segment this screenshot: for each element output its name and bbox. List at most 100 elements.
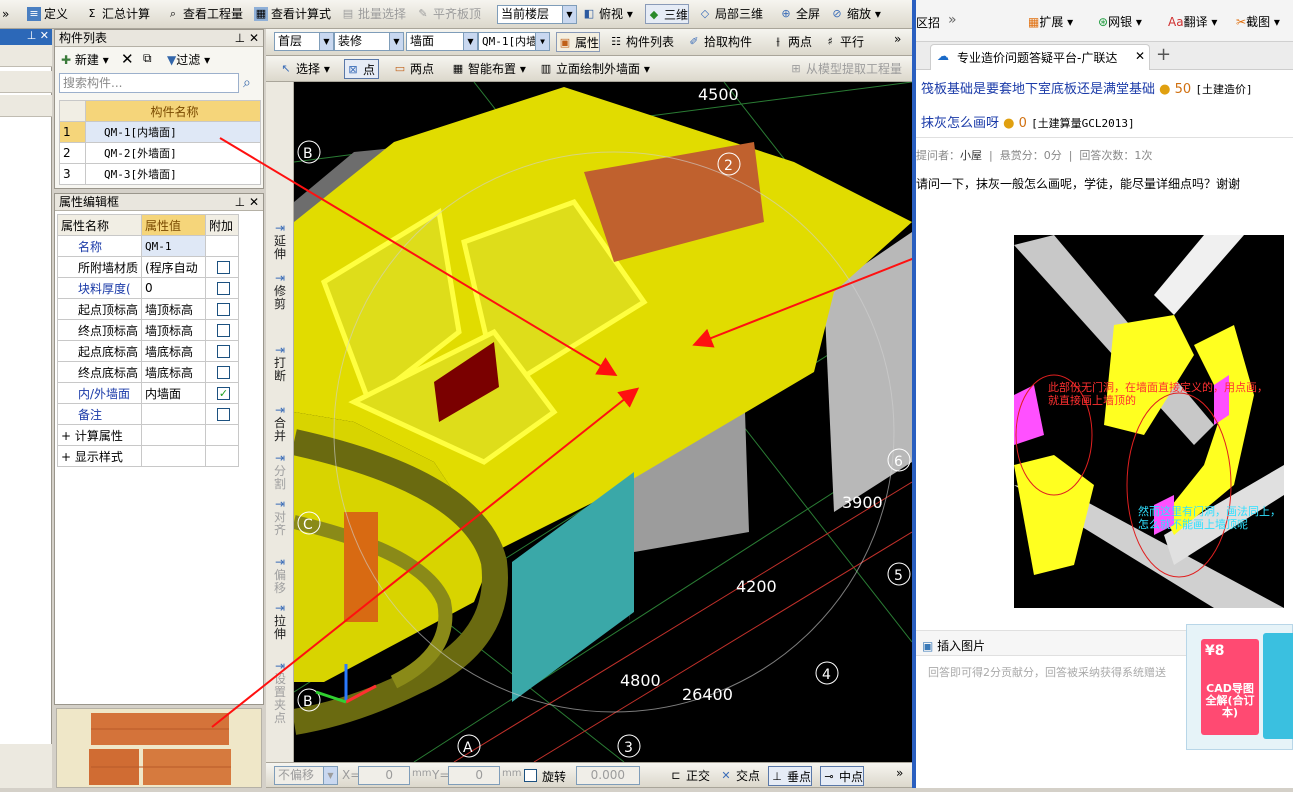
related-question-link[interactable]: 筏板基础是要套地下室底板还是满堂基础 ● 50 [土建造价] [921, 78, 1253, 97]
search-icon[interactable]: ⌕ [243, 75, 251, 91]
view-formula-button[interactable]: ▦ 查看计算式 [253, 4, 331, 24]
view-quantity-button[interactable]: ⌕ 查看工程量 [165, 4, 243, 24]
delete-icon[interactable]: ✕ [121, 50, 134, 68]
rotate-angle-input[interactable]: 0.000 [576, 766, 640, 785]
define-button[interactable]: ≡ 定义 [26, 4, 68, 24]
additional-checkbox[interactable] [217, 282, 230, 295]
close-icon[interactable]: ⊥ ✕ [235, 194, 259, 210]
property-group-row[interactable]: + 显示样式 [57, 445, 239, 467]
nav-strip-row[interactable] [0, 71, 52, 93]
tool-2-button[interactable]: ⇥ 打断 [268, 344, 292, 383]
expand-icon[interactable]: + [61, 429, 75, 443]
toolbar-overflow-icon[interactable]: » [0, 4, 9, 24]
book-ad[interactable]: CAD导图全解(合订本) ¥8 [1186, 624, 1293, 750]
property-row[interactable]: 所附墙材质 (程序自动 [57, 256, 239, 278]
close-icon[interactable]: ⊥ ✕ [235, 30, 259, 46]
tool-8-button[interactable]: ⇥ 设置夹点 [268, 660, 292, 725]
related-question-link[interactable]: 抹灰怎么画呀 ● 0 [土建算量GCL2013] [921, 112, 1135, 131]
additional-checkbox[interactable] [217, 261, 230, 274]
extensions-button[interactable]: ▦扩展 ▾ [1028, 13, 1073, 30]
additional-checkbox[interactable] [217, 303, 230, 316]
component-list-button[interactable]: ☷ 构件列表 [608, 32, 674, 52]
table-row[interactable]: 3 QM-3[外墙面] [59, 163, 261, 185]
tool-0-button[interactable]: ⇥ 延伸 [268, 222, 292, 261]
property-row[interactable]: 起点顶标高 墙顶标高 [57, 298, 239, 320]
two-point-axis-button[interactable]: ⫲ 两点 [770, 32, 812, 52]
new-tab-icon[interactable]: + [1156, 44, 1171, 65]
top-view-button[interactable]: ◧ 俯视 ▾ [581, 4, 633, 24]
overflow-icon[interactable]: » [948, 12, 957, 28]
two-point-button[interactable]: ▭ 两点 [392, 59, 434, 79]
floor-select[interactable]: 当前楼层 ▼ [497, 5, 577, 24]
component-combo[interactable]: QM-1[内墙 ▼ [478, 32, 550, 51]
smart-layout-button[interactable]: ▦ 智能布置 ▾ [450, 59, 526, 79]
tool-5-button[interactable]: ⇥ 对齐 [268, 498, 292, 537]
pick-component-button[interactable]: ✐ 拾取构件 [686, 32, 752, 52]
property-row[interactable]: 内/外墙面 内墙面 ✓ [57, 382, 239, 404]
fullscreen-button[interactable]: ⊕ 全屏 [778, 4, 820, 24]
copy-icon[interactable]: ⧉ [143, 51, 152, 66]
additional-checkbox[interactable] [217, 408, 230, 421]
translate-button[interactable]: Aa翻译 ▾ [1168, 13, 1217, 30]
expand-icon[interactable]: + [61, 450, 75, 464]
browser-tab[interactable]: ☁ 专业造价问题答疑平台-广联达 ✕ [930, 44, 1150, 70]
batch-select-button[interactable]: ▤ 批量选择 [340, 4, 406, 24]
overflow-icon[interactable]: » [896, 763, 903, 783]
screenshot-button[interactable]: ✂截图 ▾ [1236, 13, 1280, 30]
point-button[interactable]: ⊠ 点 [344, 59, 380, 79]
select-button[interactable]: ↖ 选择 ▾ [278, 59, 329, 79]
property-row[interactable]: 备注 [57, 403, 239, 425]
additional-checkbox[interactable]: ✓ [217, 387, 230, 400]
tool-1-button[interactable]: ⇥ 修剪 [268, 272, 292, 311]
brick-texture-image [89, 713, 231, 785]
question-image[interactable]: 此部份无门洞，在墙面直接定义的，用点画，就直接画上墙顶的 然而这里有门洞，画法同… [1014, 235, 1284, 608]
y-offset-input[interactable]: 0 [448, 766, 500, 785]
bank-button[interactable]: ⊛网银 ▾ [1098, 13, 1142, 30]
nav-strip-row[interactable] [0, 45, 52, 67]
table-row[interactable]: 2 QM-2[外墙面] [59, 142, 261, 164]
type-combo[interactable]: 墙面 ▼ [406, 32, 478, 51]
offset-combo[interactable]: 不偏移 ▼ [274, 766, 338, 785]
3d-model-canvas[interactable]: 4500 3900 4200 4800 26400 B C B A 2 6 5 … [294, 82, 912, 762]
tool-7-button[interactable]: ⇥ 拉伸 [268, 602, 292, 641]
additional-checkbox[interactable] [217, 366, 230, 379]
midpoint-snap-button[interactable]: ⊸ 中点 [820, 766, 865, 786]
rotate-checkbox[interactable] [524, 769, 537, 782]
flush-slab-button[interactable]: ✎ 平齐板顶 [415, 4, 481, 24]
nav-strip-row[interactable] [0, 95, 52, 117]
insert-image-button[interactable]: ▣ 插入图片 [922, 637, 985, 654]
tool-4-button[interactable]: ⇥ 分割 [268, 452, 292, 491]
new-component-button[interactable]: ✚ 新建 ▾ [61, 51, 109, 69]
x-offset-input[interactable]: 0 [358, 766, 410, 785]
filter-button[interactable]: ▼过滤 ▾ [167, 51, 210, 68]
tool-6-button[interactable]: ⇥ 偏移 [268, 556, 292, 595]
tool-3-button[interactable]: ⇥ 合并 [268, 404, 292, 443]
perpendicular-snap-button[interactable]: ⊥ 垂点 [768, 766, 813, 786]
ortho-snap-button[interactable]: ⊏ 正交 [668, 766, 710, 786]
3d-view-button[interactable]: ◆ 三维 [645, 4, 690, 24]
property-row[interactable]: 起点底标高 墙底标高 [57, 340, 239, 362]
partial-3d-button[interactable]: ◇ 局部三维 [697, 4, 763, 24]
extract-quantity-button[interactable]: ⊞ 从模型提取工程量 [788, 59, 902, 79]
floor-combo[interactable]: 首层 ▼ [274, 32, 334, 51]
summary-calc-button[interactable]: Σ 汇总计算 [84, 4, 151, 24]
property-row[interactable]: 块料厚度(0 [57, 277, 239, 299]
table-row[interactable]: 1 QM-1[内墙面] [59, 121, 261, 143]
property-group-row[interactable]: + 计算属性 [57, 424, 239, 446]
parallel-button[interactable]: ♯ 平行 [822, 32, 864, 52]
intersection-snap-button[interactable]: ✕ 交点 [718, 766, 760, 786]
properties-button[interactable]: ▣ 属性 [556, 32, 601, 52]
zoom-button[interactable]: ⊘ 缩放 ▾ [829, 4, 880, 24]
overflow-icon[interactable]: » [894, 29, 901, 49]
component-search-input[interactable]: 搜索构件... [59, 73, 239, 93]
3d-viewport[interactable]: 4500 3900 4200 4800 26400 B C B A 2 6 5 … [294, 82, 912, 762]
property-row[interactable]: 名称 QM-1 [57, 235, 239, 257]
additional-checkbox[interactable] [217, 345, 230, 358]
close-tab-icon[interactable]: ✕ [1135, 49, 1145, 63]
property-row[interactable]: 终点顶标高 墙顶标高 [57, 319, 239, 341]
additional-checkbox[interactable] [217, 324, 230, 337]
category-combo[interactable]: 装修 ▼ [334, 32, 404, 51]
property-row[interactable]: 终点底标高 墙底标高 [57, 361, 239, 383]
tab-hint[interactable]: 区招 [916, 14, 940, 31]
elevation-draw-button[interactable]: ▥ 立面绘制外墙面 ▾ [538, 59, 650, 79]
